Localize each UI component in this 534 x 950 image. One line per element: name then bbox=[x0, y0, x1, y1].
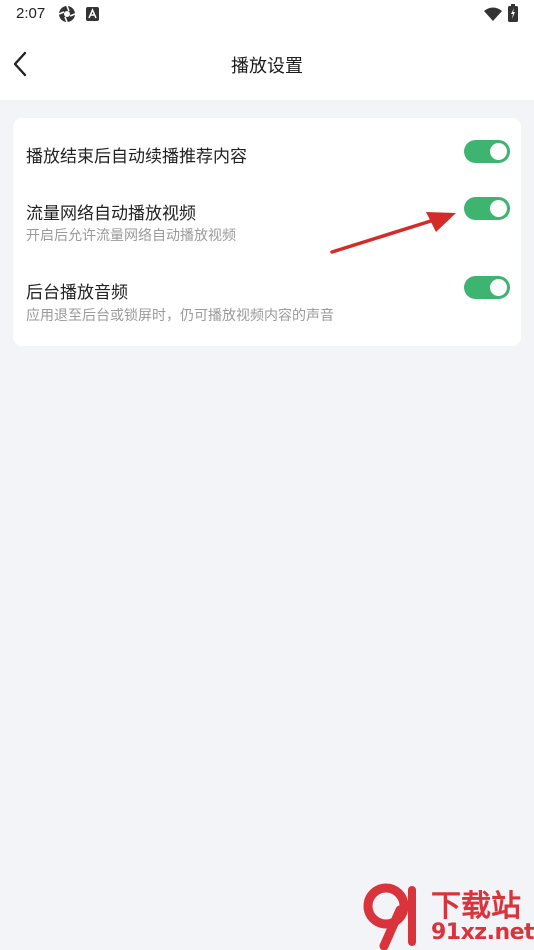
setting-description: 应用退至后台或锁屏时，仍可播放视频内容的声音 bbox=[26, 308, 334, 324]
status-time: 2:07 bbox=[16, 5, 46, 22]
toggle-knob bbox=[490, 200, 507, 217]
wifi-icon bbox=[484, 6, 502, 25]
watermark-url: 91xz.net bbox=[431, 920, 534, 945]
a-badge-icon bbox=[86, 6, 99, 25]
battery-charging-icon bbox=[508, 4, 518, 26]
status-bar: 2:07 bbox=[0, 0, 534, 28]
annotation-arrow-icon bbox=[330, 212, 456, 254]
setting-title: 后台播放音频 bbox=[26, 283, 128, 303]
aperture-icon bbox=[58, 5, 76, 27]
autoplay-recommended-toggle[interactable] bbox=[464, 140, 510, 163]
app-bar: 播放设置 bbox=[0, 28, 534, 100]
toggle-knob bbox=[490, 279, 507, 296]
site-watermark: 下载站 91xz.net bbox=[362, 880, 534, 950]
toggle-knob bbox=[490, 143, 507, 160]
watermark-text: 下载站 bbox=[431, 889, 521, 924]
background-audio-toggle[interactable] bbox=[464, 276, 510, 299]
cellular-autoplay-toggle[interactable] bbox=[464, 197, 510, 220]
watermark-logo-icon bbox=[363, 883, 416, 950]
setting-autoplay-recommended: 播放结束后自动续播推荐内容 bbox=[13, 118, 521, 184]
setting-description: 开启后允许流量网络自动播放视频 bbox=[26, 228, 236, 244]
page-title: 播放设置 bbox=[231, 56, 303, 77]
setting-title: 播放结束后自动续播推荐内容 bbox=[26, 147, 247, 167]
setting-background-audio: 后台播放音频 应用退至后台或锁屏时，仍可播放视频内容的声音 bbox=[13, 264, 521, 344]
setting-title: 流量网络自动播放视频 bbox=[26, 204, 196, 224]
